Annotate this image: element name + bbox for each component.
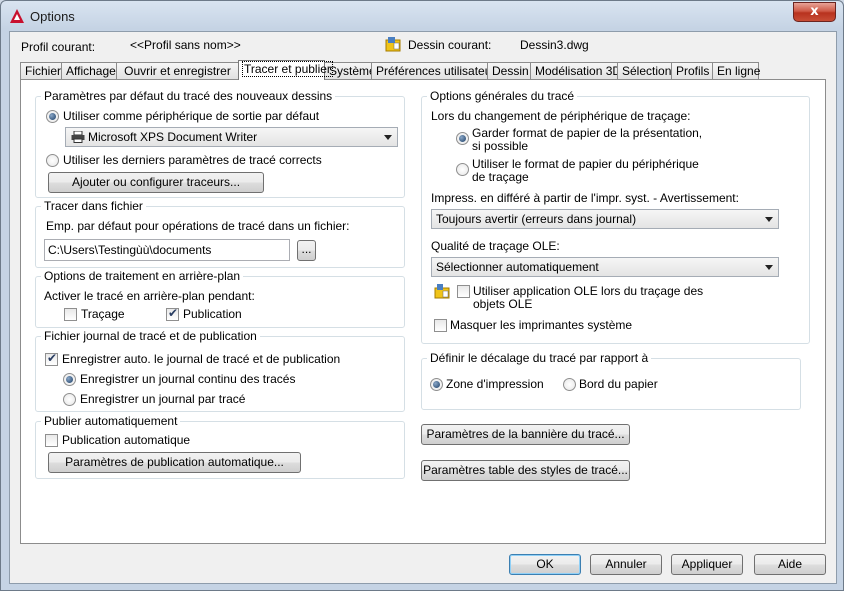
chevron-down-icon — [384, 135, 392, 140]
continuous-log-label: Enregistrer un journal continu des tracé… — [80, 372, 296, 386]
background-enable-label: Activer le tracé en arrière-plan pendant… — [44, 289, 255, 303]
profile-value: <<Profil sans nom>> — [130, 38, 241, 52]
plot-file-location-label: Emp. par défaut pour opérations de tracé… — [46, 219, 350, 233]
apply-button[interactable]: Appliquer — [671, 554, 743, 575]
tab-panel-tracer-publier: Paramètres par défaut du tracé des nouve… — [20, 79, 826, 544]
group-offset-title: Définir le décalage du tracé par rapport… — [427, 351, 652, 365]
tab-en-ligne[interactable]: En ligne — [712, 62, 760, 79]
window-title: Options — [30, 9, 75, 24]
group-log-title: Fichier journal de tracé et de publicati… — [41, 329, 260, 343]
tab-modelisation-3d[interactable]: Modélisation 3D — [530, 62, 621, 79]
tab-preferences[interactable]: Préférences utilisateur — [371, 62, 495, 79]
output-device-select[interactable]: Microsoft XPS Document Writer — [65, 127, 398, 147]
continuous-log-radio[interactable] — [63, 373, 76, 386]
tab-ouvrir-enregistrer[interactable]: Ouvrir et enregistrer — [116, 62, 239, 79]
publishing-label: Publication — [183, 307, 242, 321]
keep-layout-paper-label-1: Garder format de papier de la présentati… — [472, 126, 703, 140]
plot-style-button[interactable]: Paramètres table des styles de tracé... — [421, 460, 630, 481]
ole-object-icon — [434, 284, 450, 299]
chevron-down-icon — [765, 217, 773, 222]
tab-selection[interactable]: Sélection — [617, 62, 672, 79]
group-log: Fichier journal de tracé et de publicati… — [35, 329, 405, 412]
spool-alert-label: Impress. en différé à partir de l'impr. … — [431, 191, 739, 205]
keep-layout-paper-label-2: si possible — [472, 139, 529, 153]
group-default-plot: Paramètres par défaut du tracé des nouve… — [35, 89, 405, 198]
ole-app-label-2: objets OLE — [473, 297, 533, 311]
auto-save-log-label: Enregistrer auto. le journal de tracé et… — [62, 352, 341, 366]
use-last-radio[interactable] — [46, 154, 59, 167]
drawing-value: Dessin3.dwg — [520, 38, 589, 52]
paper-edge-radio[interactable] — [563, 378, 576, 391]
auto-save-log-checkbox[interactable] — [45, 351, 58, 366]
title-bar[interactable]: Options x — [1, 1, 843, 31]
options-dialog: Options x Profil courant: <<Profil sans … — [0, 0, 844, 591]
tab-tracer-publier[interactable]: Tracer et publier — [238, 60, 333, 80]
paper-edge-label: Bord du papier — [579, 377, 658, 391]
group-plot-to-file: Tracer dans fichier Emp. par défaut pour… — [35, 199, 405, 268]
add-plotters-button[interactable]: Ajouter ou configurer traceurs... — [48, 172, 264, 193]
device-change-label: Lors du changement de périphérique de tr… — [431, 109, 691, 123]
output-device-value: Microsoft XPS Document Writer — [88, 130, 258, 144]
group-offset: Définir le décalage du tracé par rapport… — [421, 351, 801, 410]
ole-quality-value: Sélectionner automatiquement — [436, 260, 599, 274]
auto-publish-settings-button[interactable]: Paramètres de publication automatique... — [48, 452, 301, 473]
use-last-label: Utiliser les derniers paramètres de trac… — [63, 153, 322, 167]
autocad-icon — [10, 9, 24, 23]
group-general-title: Options générales du tracé — [427, 89, 578, 103]
drawing-label: Dessin courant: — [408, 38, 492, 52]
hide-printers-label: Masquer les imprimantes système — [450, 318, 633, 332]
group-auto-publish-title: Publier automatiquement — [41, 414, 181, 428]
publishing-checkbox[interactable] — [166, 306, 179, 321]
dialog-client: Profil courant: <<Profil sans nom>> Dess… — [9, 31, 837, 584]
group-default-plot-title: Paramètres par défaut du tracé des nouve… — [41, 89, 336, 103]
keep-layout-paper-radio[interactable] — [456, 132, 469, 145]
group-plot-to-file-title: Tracer dans fichier — [41, 199, 146, 213]
drawing-file-icon — [385, 37, 401, 52]
ok-button[interactable]: OK — [509, 554, 581, 575]
tab-affichage[interactable]: Affichage — [61, 62, 117, 79]
group-background-title: Options de traitement en arrière-plan — [41, 269, 244, 283]
auto-publish-checkbox[interactable] — [45, 434, 58, 447]
tab-dessin[interactable]: Dessin — [487, 62, 531, 79]
ole-quality-label: Qualité de traçage OLE: — [431, 239, 560, 253]
use-device-paper-label-1: Utiliser le format de papier du périphér… — [472, 157, 699, 171]
spool-alert-value: Toujours avertir (erreurs dans journal) — [436, 212, 637, 226]
group-auto-publish: Publier automatiquement Publication auto… — [35, 414, 405, 479]
cancel-button[interactable]: Annuler — [590, 554, 662, 575]
per-plot-log-radio[interactable] — [63, 393, 76, 406]
use-device-radio[interactable] — [46, 110, 59, 123]
plot-stamp-button[interactable]: Paramètres de la bannière du tracé... — [421, 424, 630, 445]
plot-file-location-input[interactable]: C:\Users\Testingùù\documents — [44, 239, 290, 261]
ole-quality-select[interactable]: Sélectionner automatiquement — [431, 257, 779, 277]
profile-label: Profil courant: — [21, 40, 96, 54]
use-device-paper-label-2: de traçage — [472, 170, 529, 184]
ole-app-checkbox[interactable] — [457, 285, 470, 298]
auto-publish-label: Publication automatique — [62, 433, 191, 447]
tab-profils[interactable]: Profils — [671, 62, 713, 79]
use-device-paper-radio[interactable] — [456, 163, 469, 176]
plotting-label: Traçage — [81, 307, 125, 321]
plotting-checkbox[interactable] — [64, 308, 77, 321]
help-button[interactable]: Aide — [754, 554, 826, 575]
per-plot-log-label: Enregistrer un journal par tracé — [80, 392, 246, 406]
printable-area-radio[interactable] — [430, 378, 443, 391]
use-device-label: Utiliser comme périphérique de sortie pa… — [63, 109, 320, 123]
browse-button[interactable]: ... — [297, 240, 316, 261]
printable-area-label: Zone d'impression — [446, 377, 544, 391]
group-general: Options générales du tracé Lors du chang… — [421, 89, 810, 344]
close-button[interactable]: x — [793, 2, 836, 22]
tab-fichiers[interactable]: Fichiers — [20, 62, 67, 79]
tab-tracer-publier-label: Tracer et publier — [242, 61, 333, 77]
spool-alert-select[interactable]: Toujours avertir (erreurs dans journal) — [431, 209, 779, 229]
ole-app-label-1: Utiliser application OLE lors du traçage… — [473, 284, 704, 298]
hide-printers-checkbox[interactable] — [434, 319, 447, 332]
printer-icon — [71, 131, 85, 143]
group-background: Options de traitement en arrière-plan Ac… — [35, 269, 405, 328]
chevron-down-icon — [765, 265, 773, 270]
